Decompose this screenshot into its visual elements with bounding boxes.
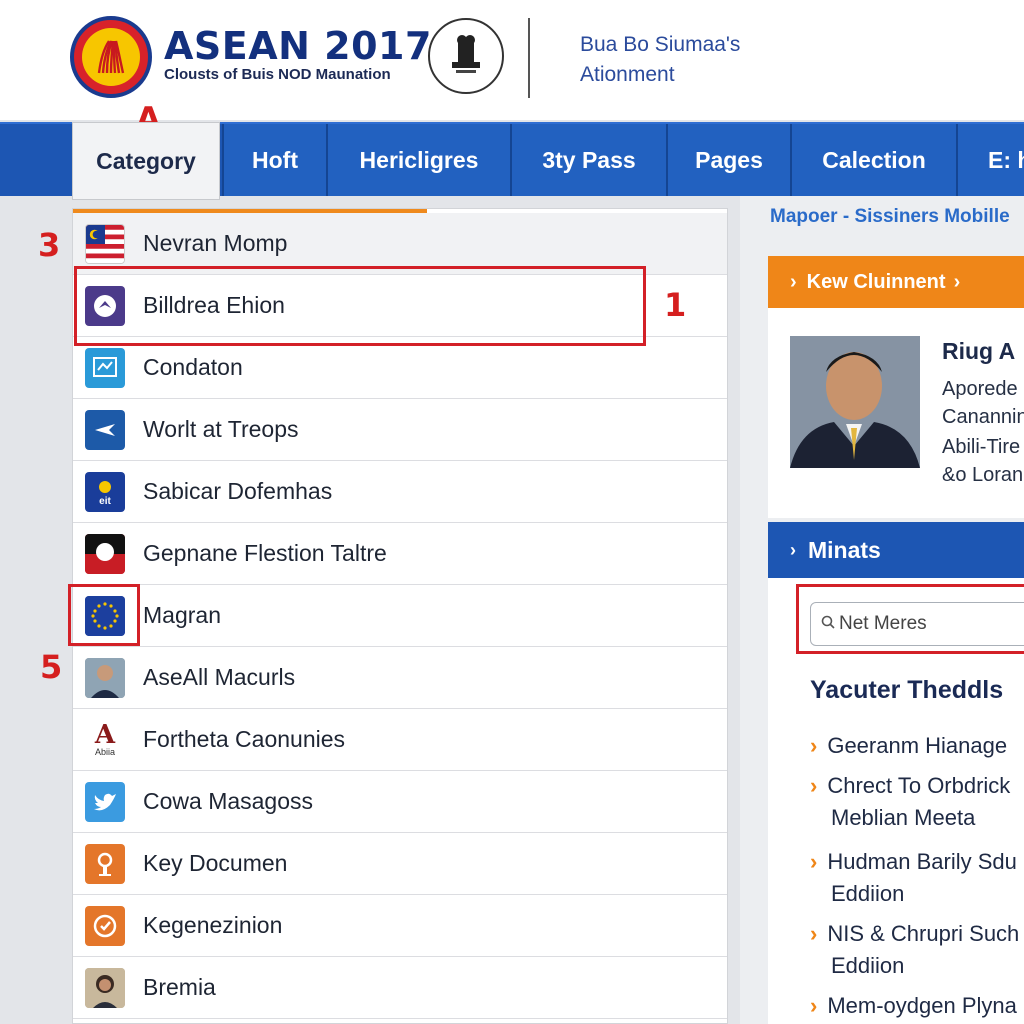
list-item-label: Key Documen [143, 850, 288, 876]
right-sidebar: Mapoer - Sissiners Mobille › Kew Cluinne… [740, 196, 1024, 1024]
brand-title: ASEAN 2017 [164, 24, 432, 68]
highlight-box-5 [68, 584, 140, 646]
main-nav: Category Hoft Hericligres 3ty Pass Pages… [0, 122, 1024, 200]
link-text: Mem-oydgen Plyna [827, 993, 1017, 1018]
brand-subtitle: Clousts of Buis NOD Maunation [164, 66, 391, 83]
profile-card: Riug A Aporede Canannin Abili-Tire &o Lo… [768, 308, 1024, 518]
tab-pages[interactable]: Pages [666, 124, 790, 196]
annotation-3: 3 [38, 226, 61, 264]
list-item[interactable]: eit Sabicar Dofemhas [73, 461, 727, 523]
link-text: Geeranm Hianage [827, 733, 1008, 758]
minats-header[interactable]: › Minats [768, 522, 1024, 578]
tab-category[interactable]: Category [72, 122, 220, 200]
list-item-label: Kegenezinion [143, 912, 283, 938]
chevron-right-icon: › [810, 849, 818, 874]
search-icon [821, 613, 835, 635]
list-item-label: Bremia [143, 974, 216, 1000]
sun-badge-icon: eit [85, 471, 125, 512]
link-text: Chrect To Orbdrick [827, 773, 1011, 798]
link-text-continued: Eddiion [831, 881, 905, 906]
link-item[interactable]: › Hudman Barily Sdu Eddiion [810, 846, 1017, 910]
list-item-label: Fortheta Caonunies [143, 726, 346, 752]
profile-line: Abili-Tire [942, 436, 1021, 458]
chevron-right-icon: › [810, 921, 818, 946]
plane-icon [85, 409, 125, 450]
chevron-right-icon: › [810, 733, 818, 758]
abbia-logo-icon: A Abiia [85, 719, 125, 760]
document-icon [85, 843, 125, 884]
list-item-label: Condaton [143, 354, 243, 380]
list-item-label: Cowa Masagoss [143, 788, 314, 814]
abbia-logo-text: Abiia [94, 746, 115, 757]
chevron-right-icon: › [810, 993, 818, 1018]
list-item[interactable]: Kegenezinion [73, 895, 727, 957]
list-item-label: Nevran Momp [143, 230, 288, 256]
flag-circle-icon [85, 533, 125, 574]
tab-hoft[interactable]: Hoft [222, 124, 326, 196]
list-item[interactable]: AseAll Macurls [73, 647, 727, 709]
rice-sheaf-icon [82, 28, 140, 86]
chevron-right-icon: › [790, 539, 796, 560]
list-item-label: Worlt at Treops [143, 416, 299, 442]
list-item[interactable]: A Abiia Fortheta Caonunies [73, 709, 727, 771]
list-item[interactable]: Key Documen [73, 833, 727, 895]
chevron-right-icon: › [810, 773, 818, 798]
person-photo-icon [85, 657, 125, 698]
list-item[interactable]: Bremia [73, 957, 727, 1019]
link-text-continued: Eddiion [831, 953, 905, 978]
tab-hericligres[interactable]: Hericligres [326, 124, 510, 196]
sun-badge-text: eit [99, 495, 111, 507]
ministry-line-1: Bua Bo Siumaa's [580, 33, 741, 56]
page: ASEAN 2017 Clousts of Buis NOD Maunation… [0, 0, 1024, 1024]
certificate-icon [85, 347, 125, 388]
header-ministry-text: Bua Bo Siumaa's Ationment [580, 30, 740, 90]
tab-more[interactable]: E: h [956, 124, 1024, 196]
search-placeholder: Net Meres [839, 613, 927, 634]
profile-line: Canannin [942, 406, 1024, 428]
list-item-label: Sabicar Dofemhas [143, 478, 333, 504]
national-emblem-icon [428, 18, 504, 94]
tab-3ty-pass[interactable]: 3ty Pass [510, 124, 666, 196]
key-content-label: Kew Cluinnent [806, 270, 946, 293]
link-item[interactable]: › Chrect To Orbdrick Meblian Meeta [810, 770, 1010, 834]
list-item-label: Gepnane Flestion Taltre [143, 540, 387, 566]
link-text-continued: Meblian Meeta [831, 805, 976, 830]
list-item[interactable]: Worlt at Treops [73, 399, 727, 461]
link-item[interactable]: › Geeranm Hianage [810, 730, 1007, 762]
malaysia-flag-icon [85, 223, 125, 264]
ministry-line-2: Ationment [580, 63, 675, 86]
profile-line: Aporede [942, 378, 1018, 400]
link-text: NIS & Chrupri Such [827, 921, 1020, 946]
asean-logo[interactable] [70, 16, 152, 98]
tab-calection[interactable]: Calection [790, 124, 956, 196]
breadcrumb[interactable]: Mapoer - Sissiners Mobille [770, 206, 1010, 228]
annotation-1: 1 [664, 286, 687, 324]
list-item-label: Magran [143, 602, 221, 628]
list-item[interactable]: Magran [73, 585, 727, 647]
highlight-box-1 [74, 266, 646, 346]
chevron-right-icon: › [953, 270, 961, 293]
list-item-label: AseAll Macurls [143, 664, 296, 690]
key-content-header[interactable]: › Kew Cluinnent › [768, 256, 1024, 308]
list-item[interactable]: Condaton [73, 337, 727, 399]
link-item[interactable]: › Mem-oydgen Plyna [810, 990, 1017, 1022]
link-text: Hudman Barily Sdu [827, 849, 1017, 874]
chevron-right-icon: › [790, 270, 797, 293]
list-item[interactable]: Gepnane Flestion Taltre [73, 523, 727, 585]
profile-name[interactable]: Riug A [942, 338, 1015, 365]
search-input[interactable]: Net Meres [810, 602, 1024, 646]
section-title: Yacuter Theddls [810, 676, 1004, 704]
woman-photo-icon [85, 967, 125, 1008]
annotation-5: 5 [40, 648, 63, 686]
twitter-icon [85, 781, 125, 822]
minats-label: Minats [808, 536, 881, 563]
profile-line: &o Loran [942, 464, 1024, 486]
official-portrait [790, 336, 920, 468]
header-divider [528, 18, 530, 98]
award-icon [85, 905, 125, 946]
list-item[interactable]: Cowa Masagoss [73, 771, 727, 833]
link-item[interactable]: › NIS & Chrupri Such Eddiion [810, 918, 1019, 982]
